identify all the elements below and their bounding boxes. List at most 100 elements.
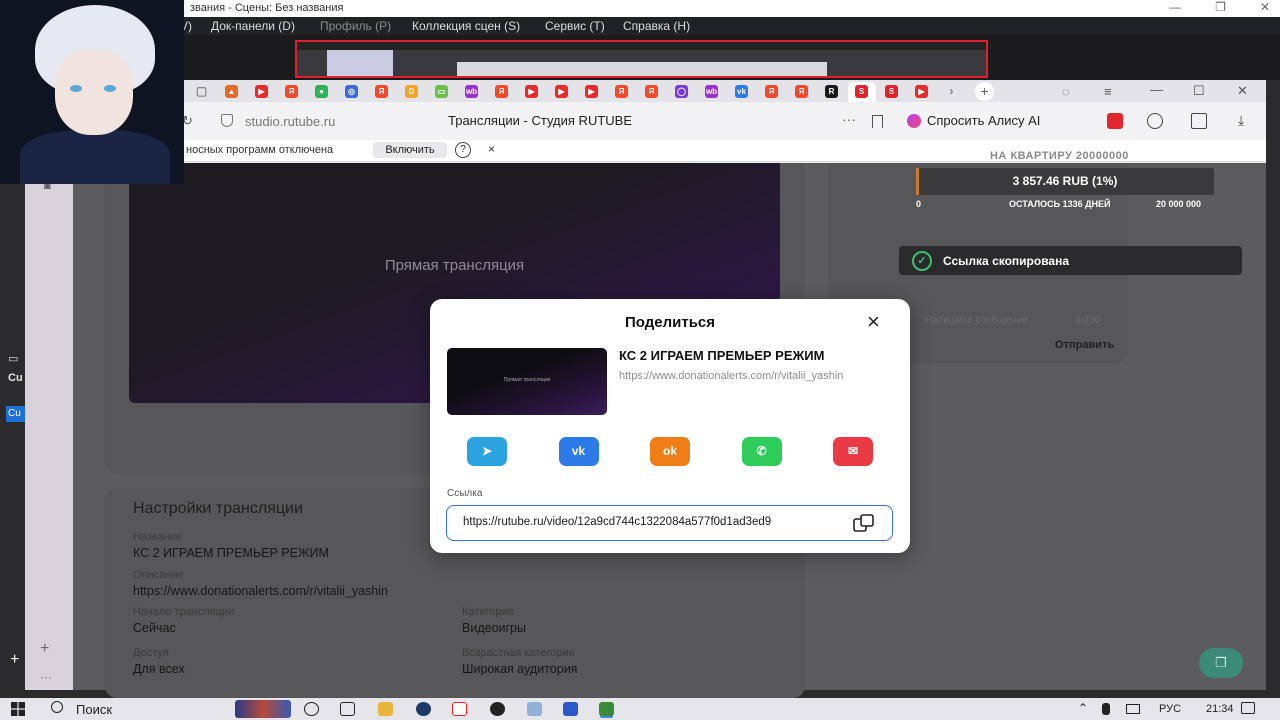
notifications-icon[interactable]: [1241, 702, 1255, 714]
access-value: Для всех: [133, 662, 185, 676]
link-value[interactable]: https://rutube.ru/video/12a9cd744c132208…: [463, 516, 771, 528]
settings-title: Настройки трансляции: [133, 500, 303, 517]
task-view-icon[interactable]: [340, 702, 355, 716]
copy-icon[interactable]: [853, 514, 875, 532]
obs-window-title: звания - Сцены: Без названия: [190, 2, 344, 14]
tab-yandex-icon[interactable]: Я: [795, 85, 808, 98]
tab-yandex-icon[interactable]: Я: [615, 85, 628, 98]
explorer-icon[interactable]: [378, 702, 393, 716]
network-icon[interactable]: [1126, 704, 1140, 714]
download-icon[interactable]: ⤓: [1238, 112, 1244, 129]
goal-amount: 3 857.46 RUB (1%): [1012, 174, 1118, 188]
obs-add-icon[interactable]: +: [10, 651, 19, 669]
tab-orange-icon[interactable]: D: [405, 85, 418, 98]
tab-rutube-icon[interactable]: S: [885, 85, 898, 98]
obs-menu-item[interactable]: Коллекция сцен (S): [412, 19, 520, 33]
url-text[interactable]: studio.rutube.ru: [245, 114, 335, 129]
obs-menu-item[interactable]: Сервис (T): [545, 19, 605, 33]
tab-yandex-icon[interactable]: Я: [285, 85, 298, 98]
maximize-icon[interactable]: ☐: [1193, 83, 1205, 99]
media-icon[interactable]: [1147, 113, 1163, 129]
obs-menu-item[interactable]: Справка (H): [623, 19, 690, 33]
close-icon[interactable]: ✕: [1260, 0, 1270, 14]
sidebar-add-icon[interactable]: +: [40, 640, 49, 658]
modal-title: Поделиться: [624, 314, 716, 331]
obs-menubar: V) Док-панели (D) Профиль (P) Коллекция сце…: [0, 17, 1280, 35]
microphone-icon[interactable]: [1102, 703, 1110, 715]
menu-icon[interactable]: ≡: [1104, 84, 1112, 99]
share-email-button[interactable]: ✉: [833, 437, 873, 466]
description-value: https://www.donationalerts.com/r/vitalii…: [133, 584, 388, 598]
obs-menu-item[interactable]: Док-панели (D): [211, 19, 295, 33]
category-label: Категория: [462, 606, 514, 618]
tab-folder-icon[interactable]: ▭: [435, 85, 448, 98]
support-chat-button[interactable]: ❐: [1199, 648, 1243, 678]
minimize-icon[interactable]: —: [1150, 82, 1163, 97]
sidebar-more-icon[interactable]: ···: [40, 670, 52, 684]
chat-input[interactable]: Напишите сообщение...: [925, 315, 1036, 326]
extension-red-icon[interactable]: [1107, 113, 1123, 129]
studio-sidebar: [25, 163, 73, 690]
tab-r-icon[interactable]: R: [825, 85, 838, 98]
clock[interactable]: 21:34: [1206, 703, 1234, 715]
tray-chevron-icon[interactable]: ⌃: [1078, 701, 1088, 715]
profile-icon[interactable]: ◌: [1062, 84, 1070, 99]
tab-green-icon[interactable]: ●: [315, 85, 328, 98]
toast-text: Ссылка скопирована: [943, 254, 1070, 268]
new-tab-button[interactable]: +: [975, 82, 994, 101]
tab-yandex-icon[interactable]: Я: [765, 85, 778, 98]
obs-window-controls[interactable]: — ❐ ✕: [1135, 0, 1270, 14]
tab-warning-icon[interactable]: ▲: [225, 85, 238, 98]
tab-youtube-icon[interactable]: ▶: [525, 85, 538, 98]
input-language[interactable]: РУС: [1159, 703, 1181, 715]
tab-yandex-icon[interactable]: Я: [375, 85, 388, 98]
share-whatsapp-button[interactable]: ✆: [741, 437, 782, 466]
widgets-icon[interactable]: [235, 700, 291, 718]
taskbar-search[interactable]: Поиск: [76, 702, 112, 717]
app-icon[interactable]: [527, 702, 542, 716]
obs-titlebar: звания - Сцены: Без названия — ❐ ✕: [0, 0, 1280, 17]
tab-blue-icon[interactable]: ◎: [345, 85, 358, 98]
tab-doc-icon[interactable]: ▢: [195, 85, 208, 98]
tab-youtube-icon[interactable]: ▶: [915, 85, 928, 98]
share-vk-button[interactable]: vk: [558, 437, 599, 466]
goal-start: 0: [916, 199, 922, 209]
tab-rutube-icon[interactable]: S: [855, 85, 868, 98]
close-icon[interactable]: ✕: [1237, 83, 1248, 99]
name-label: Название: [133, 531, 183, 543]
tab-yandex-icon[interactable]: Я: [645, 85, 658, 98]
tab-youtube-icon[interactable]: ▶: [555, 85, 568, 98]
enable-button[interactable]: Включить: [373, 142, 447, 158]
cortana-icon[interactable]: [304, 702, 319, 716]
obs-menu-item[interactable]: Профиль (P): [320, 19, 391, 33]
steam-icon[interactable]: [416, 702, 431, 716]
help-icon[interactable]: ?: [455, 142, 471, 158]
close-icon[interactable]: ×: [867, 311, 880, 333]
tab-youtube-icon[interactable]: ▶: [255, 85, 268, 98]
bookmark-icon[interactable]: [872, 115, 883, 128]
obs-scene-item[interactable]: Cu: [6, 406, 26, 422]
send-button[interactable]: Отправить: [1055, 339, 1114, 351]
infobar-close-icon[interactable]: ×: [488, 142, 495, 156]
yandex-browser-icon[interactable]: [452, 702, 467, 716]
search-icon[interactable]: [51, 701, 63, 713]
tab-wb-icon[interactable]: wb: [705, 85, 718, 98]
ask-alisa-button[interactable]: Спросить Алису AI: [903, 110, 1044, 132]
tab-vk-icon[interactable]: vk: [735, 85, 748, 98]
share-telegram-button[interactable]: ➤: [467, 437, 507, 466]
tab-twitch-icon[interactable]: ◯: [675, 85, 688, 98]
restore-icon[interactable]: ❐: [1215, 0, 1226, 14]
more-icon[interactable]: ···: [842, 111, 856, 127]
minimize-icon[interactable]: —: [1169, 0, 1181, 14]
tab-yandex-icon[interactable]: Я: [495, 85, 508, 98]
obs-icon[interactable]: [490, 702, 505, 716]
tab-youtube-icon[interactable]: ▶: [585, 85, 598, 98]
notepad-icon[interactable]: [563, 702, 578, 716]
active-app-icon[interactable]: [599, 702, 614, 716]
tab-chevron-right-icon[interactable]: ›: [945, 85, 958, 98]
tab-wb-icon[interactable]: wb: [465, 85, 478, 98]
windows-start-icon[interactable]: [11, 702, 25, 716]
collections-icon[interactable]: [1191, 113, 1207, 129]
share-odnoklassniki-button[interactable]: ok: [650, 437, 690, 466]
shield-icon[interactable]: [221, 114, 233, 127]
